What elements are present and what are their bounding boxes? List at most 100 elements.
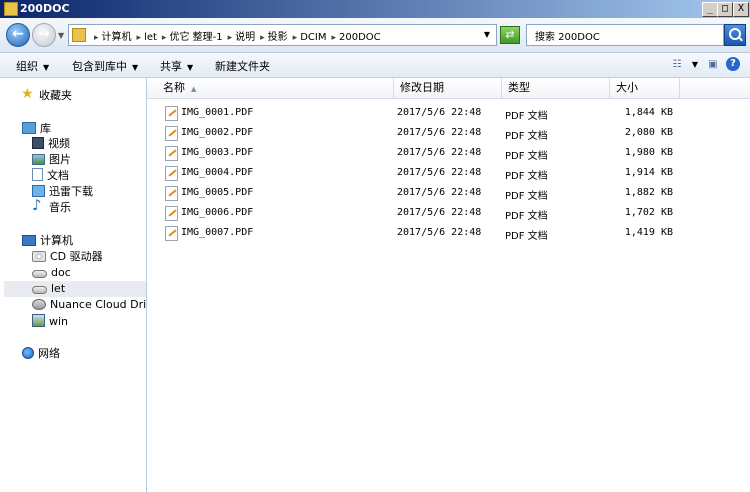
breadcrumb-separator-icon[interactable]: ▸ xyxy=(260,33,265,43)
breadcrumb-item[interactable]: DCIM xyxy=(300,32,326,43)
chevron-down-icon: ▼ xyxy=(43,63,50,72)
file-row[interactable]: IMG_0005.PDF 2017/5/6 22:48 PDF 文档 1,882 KB xyxy=(147,184,707,204)
title-bar[interactable]: 200DOC _ □ X xyxy=(0,0,750,18)
nav-computer[interactable]: 计算机 xyxy=(22,233,73,249)
search-icon[interactable] xyxy=(724,24,746,46)
file-row[interactable]: IMG_0002.PDF 2017/5/6 22:48 PDF 文档 2,080 KB xyxy=(147,124,707,144)
window-title: 200DOC xyxy=(20,2,70,15)
refresh-icon[interactable]: ⇄ xyxy=(500,26,520,44)
breadcrumb-separator-icon[interactable]: ▸ xyxy=(137,33,142,43)
recent-pages-dropdown-icon[interactable]: ▼ xyxy=(58,31,64,40)
folder-icon xyxy=(4,2,18,16)
library-icon xyxy=(22,122,36,134)
organize-button[interactable]: 组织 ▼ xyxy=(16,58,49,74)
nav-item-win[interactable]: win xyxy=(32,314,68,330)
video-icon xyxy=(32,137,44,149)
cloud-drive-icon xyxy=(32,299,46,310)
address-row: ← → ▼ ▸ 计算机 ▸ let ▸ 优它 整理-1 ▸ 说明 ▸ 投影 ▸ DCIM ▸ 200DOC… xyxy=(0,18,750,53)
nav-library[interactable]: 库 xyxy=(22,121,51,137)
breadcrumb-item[interactable]: let xyxy=(144,32,157,43)
file-row[interactable]: IMG_0003.PDF 2017/5/6 22:48 PDF 文档 1,980 KB xyxy=(147,144,707,164)
chevron-down-icon[interactable]: ▼ xyxy=(690,57,700,73)
file-row[interactable]: IMG_0007.PDF 2017/5/6 22:48 PDF 文档 1,419 KB xyxy=(147,224,707,244)
nav-favorites-label: 收藏夹 xyxy=(39,89,72,102)
share-button[interactable]: 共享 ▼ xyxy=(160,58,193,74)
column-size[interactable]: 大小 xyxy=(610,78,680,98)
file-name[interactable]: IMG_0004.PDF xyxy=(181,167,253,178)
computer-icon xyxy=(22,235,36,246)
pdf-file-icon xyxy=(165,206,178,221)
file-name[interactable]: IMG_0005.PDF xyxy=(181,187,253,198)
file-name[interactable]: IMG_0006.PDF xyxy=(181,207,253,218)
file-name[interactable]: IMG_0002.PDF xyxy=(181,127,253,138)
address-history-dropdown-icon[interactable]: ▼ xyxy=(484,30,490,39)
file-size: 1,702 KB xyxy=(624,207,673,218)
file-date: 2017/5/6 22:48 xyxy=(397,187,482,198)
change-view-icon[interactable]: ☷ xyxy=(670,57,684,73)
maximize-button[interactable]: □ xyxy=(717,2,733,17)
breadcrumb-item[interactable]: 优它 整理-1 xyxy=(169,32,222,43)
column-name[interactable]: 名称 ▲ xyxy=(157,78,394,98)
file-row[interactable]: IMG_0006.PDF 2017/5/6 22:48 PDF 文档 1,702 KB xyxy=(147,204,707,224)
nav-item-label: 图片 xyxy=(49,153,71,166)
close-button[interactable]: X xyxy=(733,2,749,17)
nav-item-nuance-cloud-drive[interactable]: Nuance Cloud Drive xyxy=(32,297,147,313)
column-type-label: 类型 xyxy=(508,81,530,94)
breadcrumb: ▸ 计算机 ▸ let ▸ 优它 整理-1 ▸ 说明 ▸ 投影 ▸ DCIM ▸ 200DOC xyxy=(91,28,383,43)
nav-item-let[interactable]: let xyxy=(4,281,146,297)
file-list: 名称 ▲ 修改日期 类型 大小 IMG_0001.PDF 2017/5/6 22:4… xyxy=(147,78,750,492)
nav-favorites[interactable]: 收藏夹 xyxy=(21,86,72,104)
breadcrumb-item[interactable]: 说明 xyxy=(235,32,255,43)
search-input[interactable]: 搜索 200DOC xyxy=(526,24,724,46)
nav-network[interactable]: 网络 xyxy=(22,346,60,362)
breadcrumb-separator-icon[interactable]: ▸ xyxy=(162,33,167,43)
file-row[interactable]: IMG_0004.PDF 2017/5/6 22:48 PDF 文档 1,914 KB xyxy=(147,164,707,184)
preview-pane-icon[interactable]: ▣ xyxy=(706,57,720,73)
forward-button[interactable]: → xyxy=(32,23,56,47)
nav-item-label: Nuance Cloud Drive xyxy=(50,298,147,311)
documents-icon xyxy=(32,168,43,181)
minimize-button[interactable]: _ xyxy=(702,2,718,17)
drive-icon xyxy=(32,286,47,294)
back-button[interactable]: ← xyxy=(6,23,30,47)
file-name[interactable]: IMG_0003.PDF xyxy=(181,147,253,158)
file-type: PDF 文档 xyxy=(505,191,548,202)
file-type: PDF 文档 xyxy=(505,151,548,162)
nav-item-label: 文档 xyxy=(47,169,69,182)
file-size: 2,080 KB xyxy=(624,127,673,138)
breadcrumb-separator-icon[interactable]: ▸ xyxy=(293,33,298,43)
pdf-file-icon xyxy=(165,106,178,121)
navigation-pane: 收藏夹 库 视频 图片 文档 迅雷下载 音乐 计算机 CD 驱动器 doc le xyxy=(0,78,147,492)
organize-label: 组织 xyxy=(16,60,38,73)
nav-item-cd-drive[interactable]: CD 驱动器 xyxy=(32,249,103,265)
breadcrumb-separator-icon[interactable]: ▸ xyxy=(228,33,233,43)
nav-item-doc[interactable]: doc xyxy=(32,265,71,281)
file-type: PDF 文档 xyxy=(505,211,548,222)
network-icon xyxy=(22,347,34,359)
breadcrumb-item[interactable]: 投影 xyxy=(268,32,288,43)
file-name[interactable]: IMG_0007.PDF xyxy=(181,227,253,238)
music-icon xyxy=(32,197,45,213)
breadcrumb-separator-icon[interactable]: ▸ xyxy=(331,33,336,43)
new-folder-button[interactable]: 新建文件夹 xyxy=(215,58,270,74)
nav-item-music[interactable]: 音乐 xyxy=(32,197,71,216)
address-bar[interactable]: ▸ 计算机 ▸ let ▸ 优它 整理-1 ▸ 说明 ▸ 投影 ▸ DCIM ▸ 200DOC ▼ xyxy=(68,24,497,46)
help-icon[interactable]: ? xyxy=(726,57,740,71)
column-type[interactable]: 类型 xyxy=(502,78,610,98)
include-in-library-button[interactable]: 包含到库中 ▼ xyxy=(72,58,138,74)
explorer-window: 200DOC _ □ X ← → ▼ ▸ 计算机 ▸ let ▸ 优它 整理-1 ▸ 说明 ▸ 投… xyxy=(0,0,750,492)
nav-item-documents[interactable]: 文档 xyxy=(32,168,69,184)
file-name[interactable]: IMG_0001.PDF xyxy=(181,107,253,118)
cd-drive-icon xyxy=(32,251,46,262)
breadcrumb-item[interactable]: 计算机 xyxy=(102,32,132,43)
file-type: PDF 文档 xyxy=(505,231,548,242)
nav-item-pictures[interactable]: 图片 xyxy=(32,152,71,168)
file-row[interactable]: IMG_0001.PDF 2017/5/6 22:48 PDF 文档 1,844 KB xyxy=(147,104,707,124)
breadcrumb-item[interactable]: 200DOC xyxy=(339,32,381,43)
breadcrumb-separator-icon[interactable]: ▸ xyxy=(94,33,99,43)
column-date[interactable]: 修改日期 xyxy=(394,78,502,98)
nav-item-videos[interactable]: 视频 xyxy=(32,136,70,152)
view-controls: ☷ ▼ ▣ ? xyxy=(670,57,740,73)
nav-network-label: 网络 xyxy=(38,347,60,360)
include-in-library-label: 包含到库中 xyxy=(72,60,127,73)
